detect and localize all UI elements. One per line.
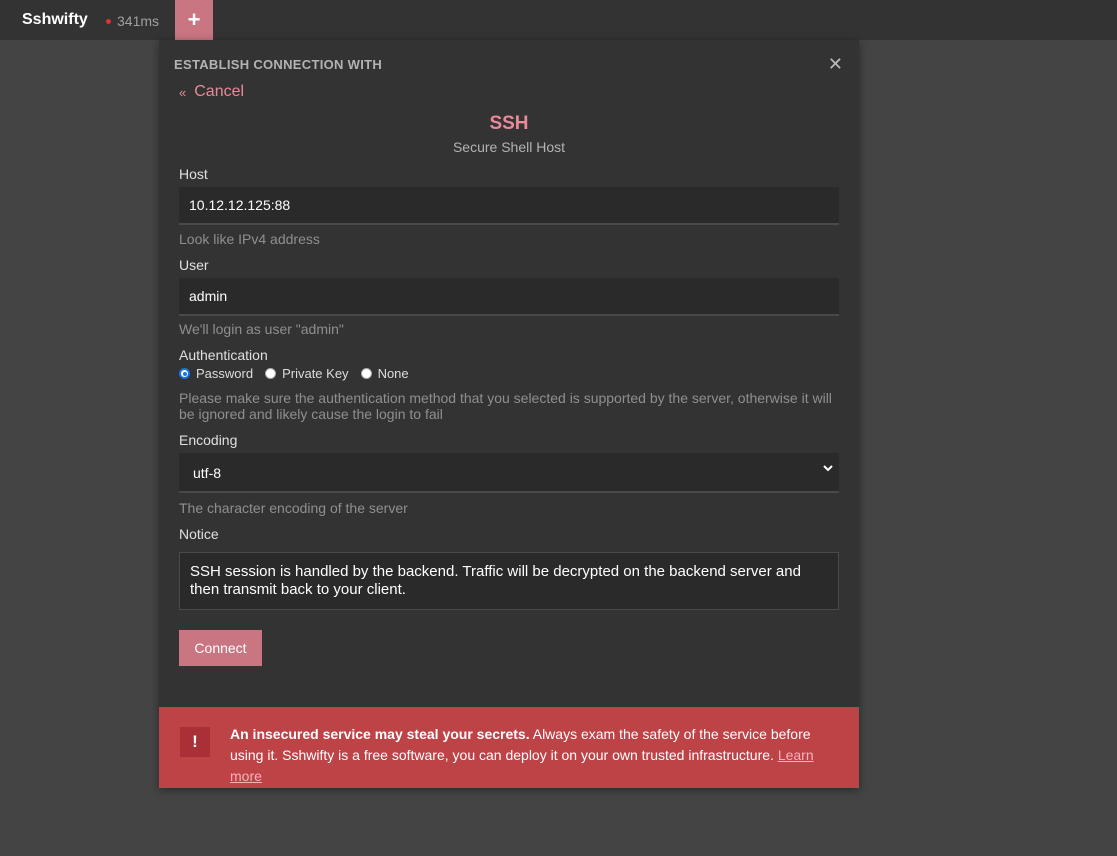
- user-label: User: [179, 257, 209, 273]
- notice-box: SSH session is handled by the backend. T…: [179, 552, 839, 610]
- auth-option-none[interactable]: None: [360, 366, 409, 381]
- protocol-subtitle: Secure Shell Host: [452, 139, 566, 155]
- auth-option-label: Private Key: [282, 366, 349, 381]
- connect-button[interactable]: Connect: [179, 630, 262, 666]
- protocol-title: SSH: [489, 113, 529, 134]
- auth-option-password[interactable]: Password: [179, 366, 253, 381]
- plus-icon: +: [187, 7, 201, 32]
- authentication-label: Authentication: [179, 347, 268, 363]
- security-warning: ! An insecured service may steal your se…: [159, 707, 859, 788]
- notice-label: Notice: [179, 526, 219, 542]
- user-input[interactable]: admin: [179, 278, 839, 316]
- user-hint: We'll login as user "admin": [179, 321, 344, 337]
- cancel-link[interactable]: « Cancel: [179, 83, 244, 101]
- app-title: Sshwifty: [22, 11, 88, 28]
- double-chevron-left-icon: «: [179, 84, 187, 100]
- add-connection-button[interactable]: +: [175, 0, 213, 40]
- auth-option-private-key[interactable]: Private Key: [265, 366, 349, 381]
- warning-bold-text: An insecured service may steal your secr…: [230, 726, 530, 742]
- cancel-label: Cancel: [194, 83, 245, 100]
- auth-option-label: None: [377, 366, 409, 381]
- encoding-label: Encoding: [179, 432, 238, 448]
- encoding-value: utf-8: [193, 465, 222, 481]
- authentication-options: Password Private Key None: [179, 366, 421, 381]
- encoding-hint: The character encoding of the server: [179, 500, 408, 516]
- host-input[interactable]: 10.12.12.125:88: [179, 187, 839, 225]
- host-label: Host: [179, 166, 208, 182]
- radio-checked-icon[interactable]: [179, 368, 190, 379]
- status-dot-icon: [106, 18, 111, 24]
- authentication-hint: Please make sure the authentication meth…: [179, 390, 832, 422]
- encoding-select[interactable]: utf-8: [179, 453, 839, 493]
- chevron-down-icon: [823, 465, 833, 472]
- auth-option-label: Password: [196, 366, 254, 381]
- radio-unchecked-icon[interactable]: [265, 368, 277, 379]
- host-hint: Look like IPv4 address: [179, 231, 320, 247]
- radio-unchecked-icon[interactable]: [360, 368, 372, 379]
- connection-dialog: ESTABLISH CONNECTION WITH ✕ « Cancel SSH…: [159, 40, 859, 788]
- warning-text: An insecured service may steal your secr…: [230, 724, 845, 787]
- exclamation-icon: !: [180, 727, 210, 757]
- latency-value: 341ms: [117, 13, 160, 29]
- dialog-title: ESTABLISH CONNECTION WITH: [174, 57, 383, 72]
- latency-indicator: 341ms: [106, 13, 159, 29]
- close-icon[interactable]: ✕: [828, 54, 843, 75]
- top-bar: Sshwifty 341ms +: [0, 0, 1117, 40]
